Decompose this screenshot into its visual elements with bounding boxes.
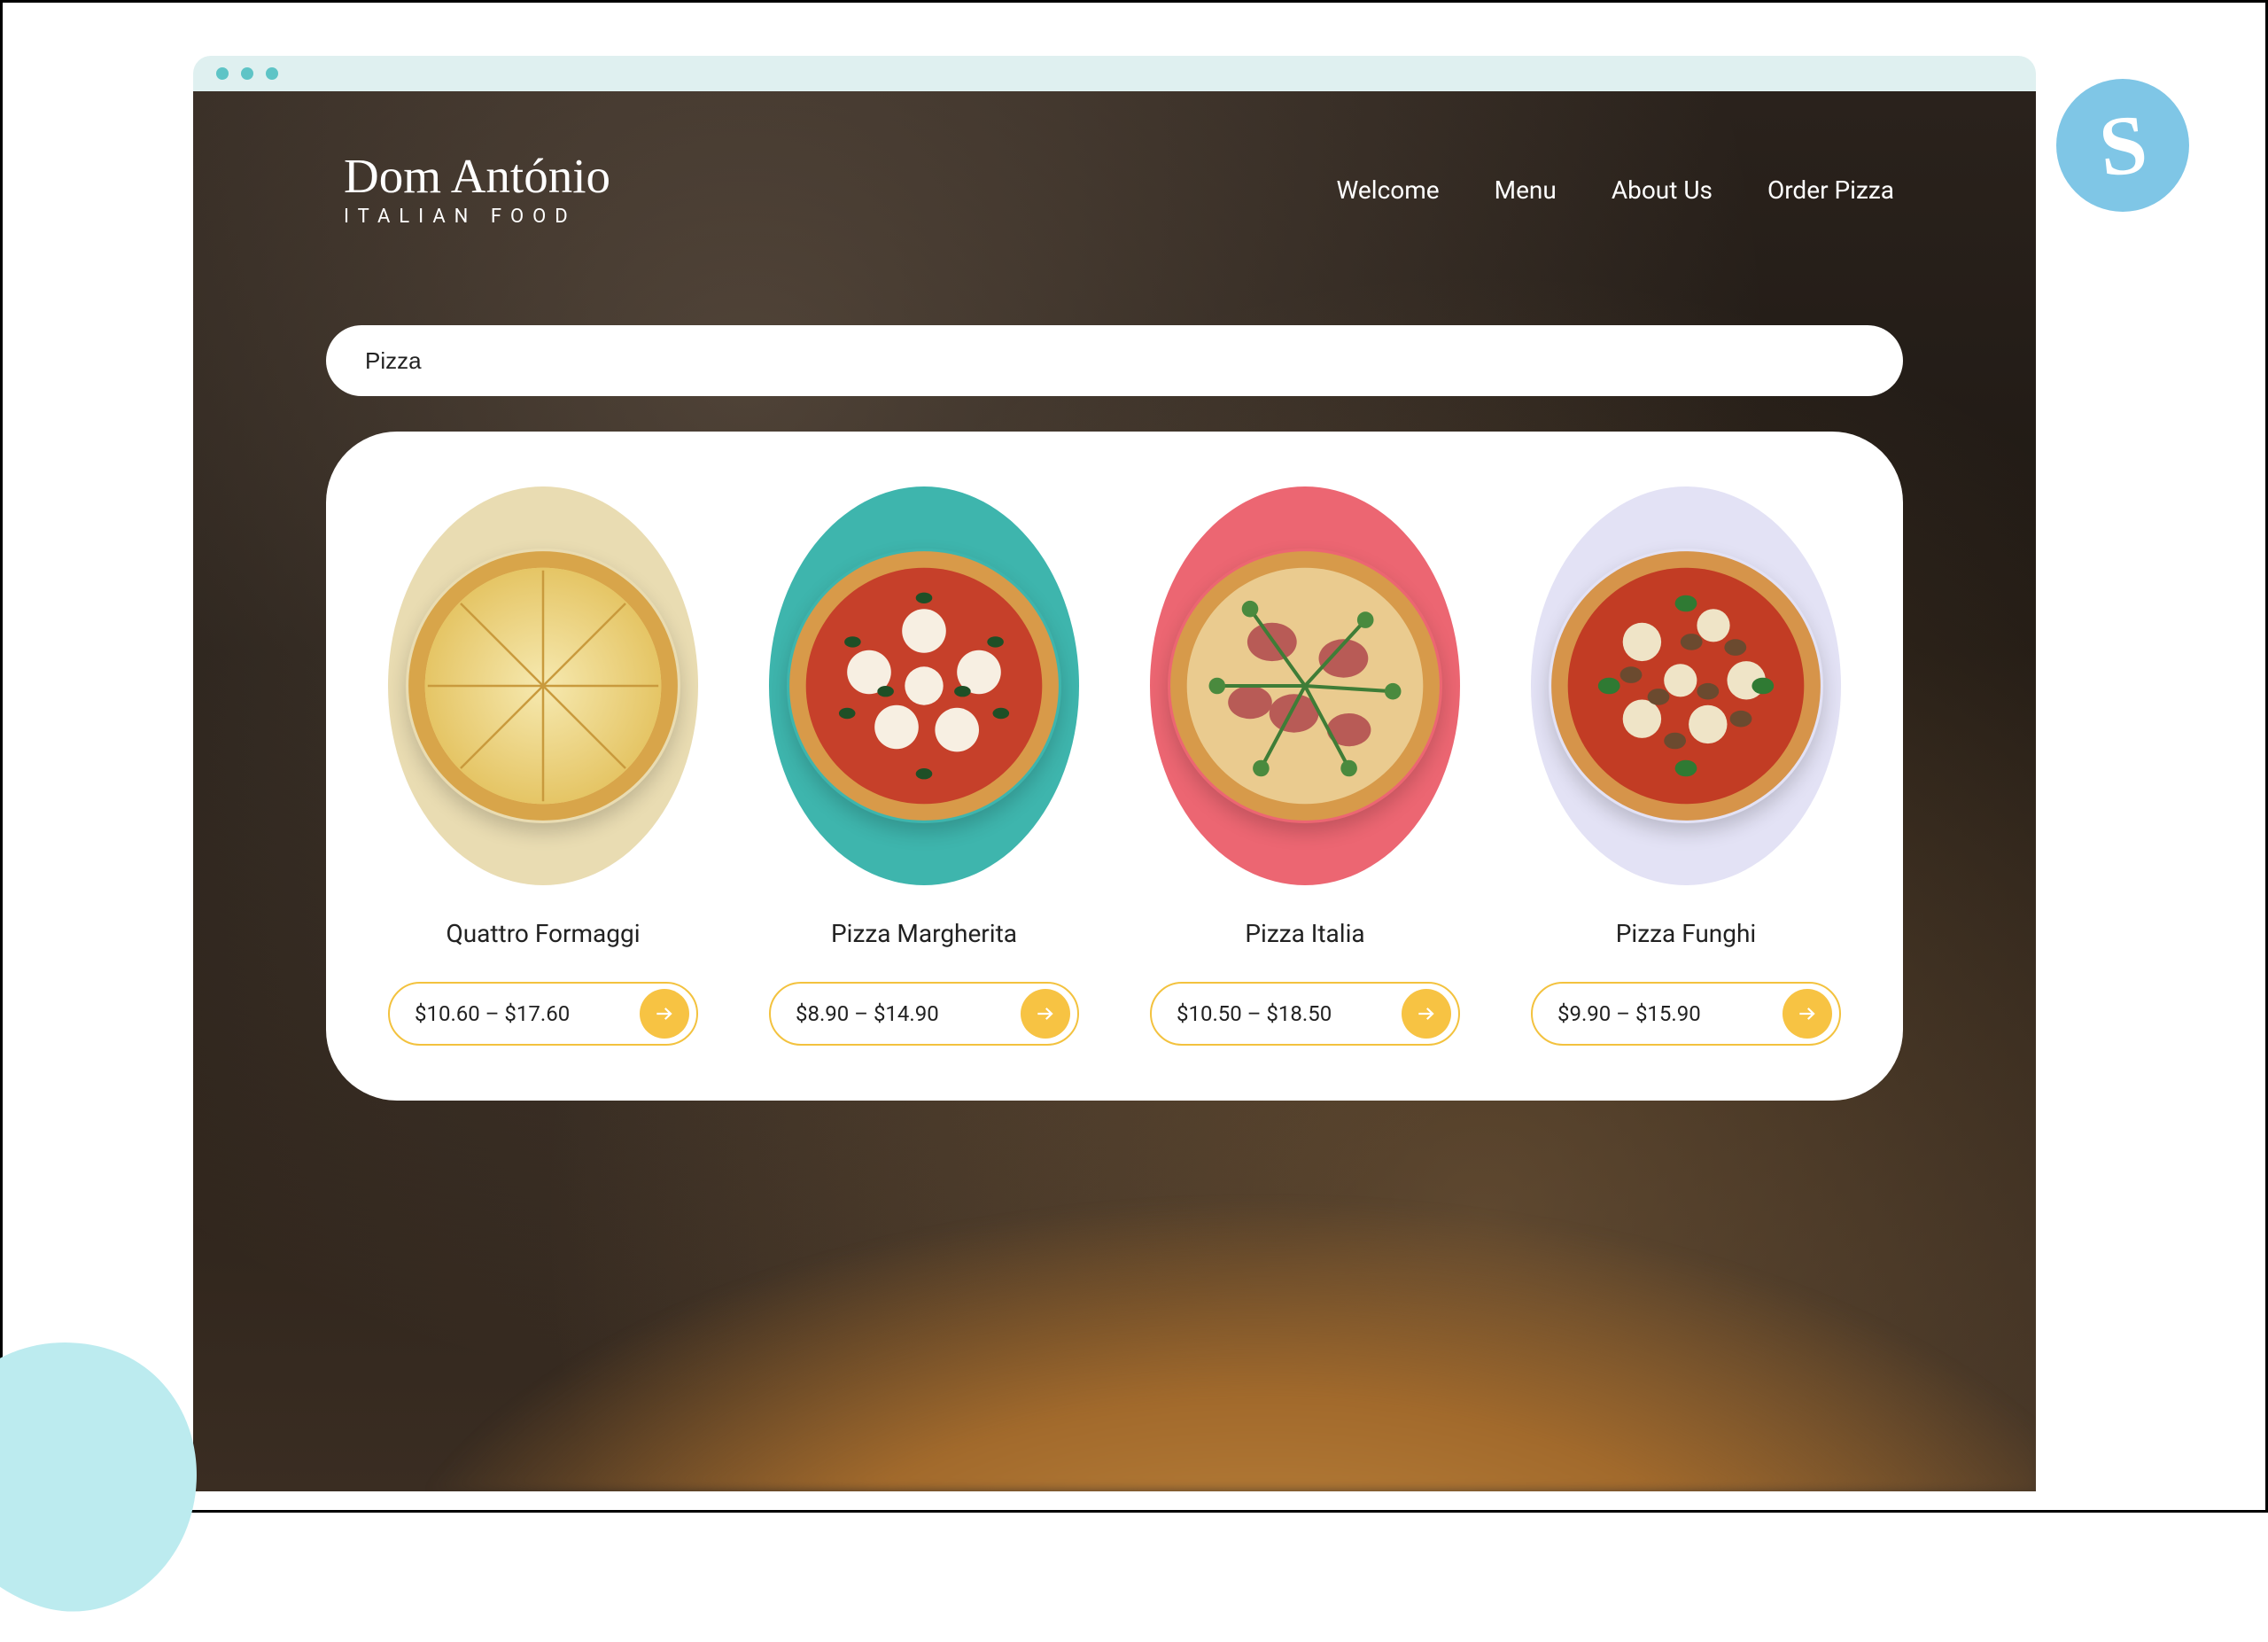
nav-order-pizza[interactable]: Order Pizza (1767, 175, 1894, 205)
brand-badge-letter: S (2094, 95, 2151, 197)
nav-menu[interactable]: Menu (1495, 175, 1557, 205)
product-image-bg (388, 486, 698, 885)
product-image-bg (1531, 486, 1841, 885)
nav-about-us[interactable]: About Us (1612, 175, 1713, 205)
product-price: $10.50 – $18.50 (1177, 1001, 1332, 1026)
product-image (406, 549, 680, 823)
product-image (787, 549, 1061, 823)
brand-name: Dom António (344, 152, 610, 200)
product-name: Quattro Formaggi (367, 919, 719, 948)
primary-nav: Welcome Menu About Us Order Pizza (1337, 175, 1894, 205)
product-name: Pizza Margherita (748, 919, 1100, 948)
product-image (1549, 549, 1823, 823)
add-to-cart-button[interactable] (640, 989, 689, 1039)
product-card[interactable]: Quattro Formaggi $10.60 – $17.60 (367, 486, 719, 1046)
nav-welcome[interactable]: Welcome (1337, 175, 1440, 205)
product-price-bar: $8.90 – $14.90 (769, 982, 1079, 1046)
arrow-right-icon (1034, 1002, 1057, 1025)
arrow-right-icon (1796, 1002, 1819, 1025)
product-price-bar: $9.90 – $15.90 (1531, 982, 1841, 1046)
product-card[interactable]: Pizza Funghi $9.90 – $15.90 (1510, 486, 1862, 1046)
add-to-cart-button[interactable] (1402, 989, 1451, 1039)
browser-titlebar (193, 56, 2036, 91)
brand-badge: S (2056, 79, 2189, 212)
page-hero: Dom António ITALIAN FOOD Welcome Menu Ab… (193, 91, 2036, 1491)
window-dot (266, 67, 278, 80)
product-name: Pizza Funghi (1510, 919, 1862, 948)
product-price: $9.90 – $15.90 (1557, 1001, 1701, 1026)
search-input[interactable] (365, 347, 1864, 375)
product-image-bg (769, 486, 1079, 885)
product-image-bg (1150, 486, 1460, 885)
product-card[interactable]: Pizza Italia $10.50 – $18.50 (1129, 486, 1481, 1046)
product-name: Pizza Italia (1129, 919, 1481, 948)
add-to-cart-button[interactable] (1021, 989, 1070, 1039)
product-card[interactable]: Pizza Margherita $8.90 – $14.90 (748, 486, 1100, 1046)
browser-window: Dom António ITALIAN FOOD Welcome Menu Ab… (193, 56, 2036, 1491)
product-price-bar: $10.60 – $17.60 (388, 982, 698, 1046)
brand[interactable]: Dom António ITALIAN FOOD (344, 152, 610, 228)
product-image (1168, 549, 1442, 823)
product-price-bar: $10.50 – $18.50 (1150, 982, 1460, 1046)
window-dot (216, 67, 229, 80)
search-results-panel: Quattro Formaggi $10.60 – $17.60 (326, 432, 1903, 1101)
product-price: $10.60 – $17.60 (415, 1001, 570, 1026)
search-bar[interactable] (326, 325, 1903, 396)
add-to-cart-button[interactable] (1783, 989, 1832, 1039)
brand-tagline: ITALIAN FOOD (344, 206, 610, 228)
header: Dom António ITALIAN FOOD Welcome Menu Ab… (193, 91, 2036, 228)
arrow-right-icon (653, 1002, 676, 1025)
arrow-right-icon (1415, 1002, 1438, 1025)
product-price: $8.90 – $14.90 (796, 1001, 939, 1026)
window-dot (241, 67, 253, 80)
